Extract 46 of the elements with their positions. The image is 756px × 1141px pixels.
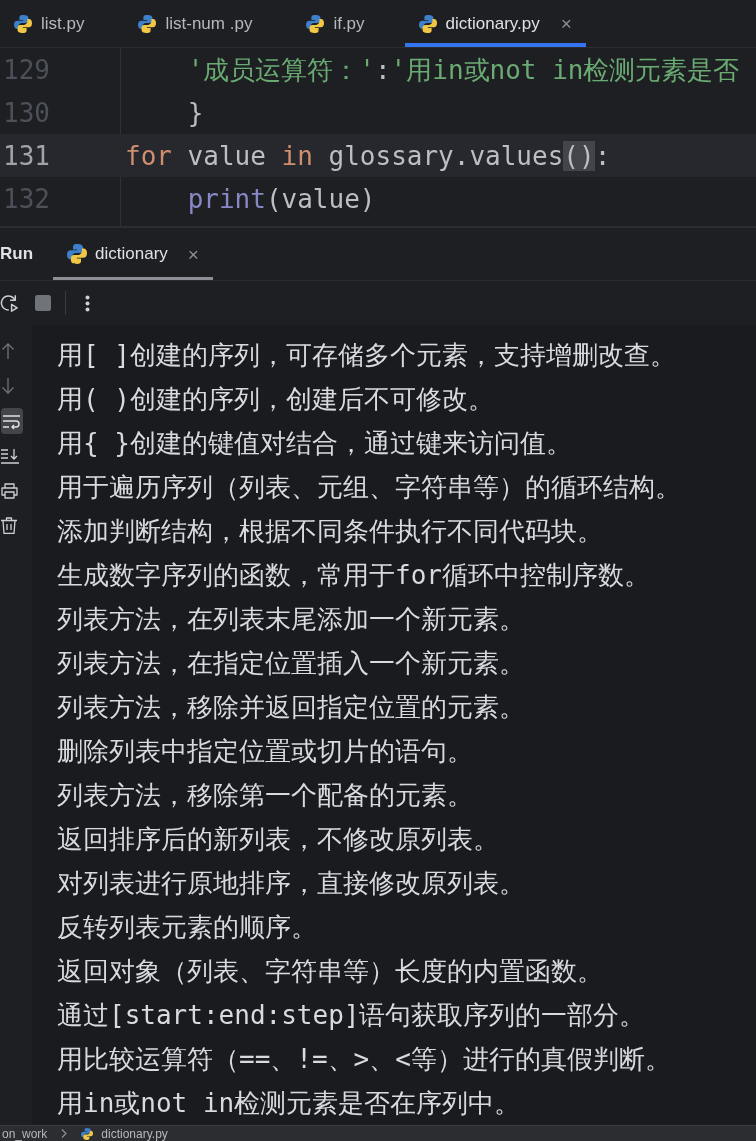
scroll-to-end-icon[interactable] [1, 447, 19, 464]
tab-close-button[interactable]: × [560, 14, 572, 33]
console-output-line: 用{ }创建的键值对结合，通过键来访问值。 [57, 427, 572, 460]
code-line: for value in glossary.values(): [125, 139, 611, 172]
code-line: } [187, 96, 204, 129]
editor-tab[interactable]: list-num .py [124, 0, 267, 47]
printer-icon[interactable] [1, 482, 18, 499]
console-output-line: 列表方法，在指定位置插入一个新元素。 [57, 647, 525, 680]
code-line: '成员运算符：':'用in或not in检测元素是否 [187, 53, 740, 86]
console-output-line: 返回对象（列表、字符串等）长度的内置函数。 [57, 955, 603, 988]
rerun-icon[interactable] [0, 294, 18, 312]
console-output-line: 添加判断结构，根据不同条件执行不同代码块。 [57, 515, 603, 548]
python-file-icon [67, 244, 88, 264]
console-output-line: 反转列表元素的顺序。 [57, 911, 317, 944]
soft-wrap-icon[interactable] [1, 407, 23, 434]
tab-close-button[interactable]: × [187, 244, 199, 264]
console-output-line: 对列表进行原地排序，直接修改原列表。 [57, 867, 525, 900]
console-output-line: 用于遍历序列（列表、元组、字符串等）的循环结构。 [57, 471, 681, 504]
breadcrumb-item[interactable]: on_work [2, 1126, 48, 1141]
console-output-line: 返回排序后的新列表，不修改原列表。 [57, 823, 499, 856]
python-file-icon [14, 14, 32, 33]
python-file-icon [418, 14, 437, 33]
up-arrow-icon[interactable] [1, 342, 15, 359]
editor-tab[interactable]: if.py [292, 0, 379, 47]
console-output-line: 通过[start:end:step]语句获取序列的一部分。 [57, 999, 646, 1032]
console-output-line: 用比较运算符（==、!=、>、<等）进行的真假判断。 [57, 1043, 671, 1076]
panel-title: Run [0, 244, 34, 264]
console-output-line: 删除列表中指定位置或切片的语句。 [57, 735, 473, 768]
python-file-icon [81, 1127, 94, 1140]
editor-tab[interactable]: list.py [0, 0, 99, 47]
python-file-icon [306, 14, 325, 33]
breadcrumb-item[interactable]: dictionary.py [101, 1126, 168, 1141]
console-output-line: 列表方法，移除第一个配备的元素。 [57, 779, 473, 812]
console-output-line: 用[ ]创建的序列，可存储多个元素，支持增删改查。 [57, 339, 676, 372]
more-options-icon[interactable] [85, 294, 90, 312]
code-line: print(value) [187, 182, 376, 215]
line-number: 131 [2, 139, 50, 172]
chevron-icon [61, 1129, 68, 1138]
console-output-line: 列表方法，移除并返回指定位置的元素。 [57, 691, 525, 724]
down-arrow-icon[interactable] [1, 377, 15, 394]
console-output-line: 用in或not in检测元素是否在序列中。 [57, 1087, 521, 1120]
trash-icon[interactable] [1, 517, 17, 534]
console-output-line: 列表方法，在列表末尾添加一个新元素。 [57, 603, 525, 636]
console-output-line: 用( )创建的序列，创建后不可修改。 [57, 383, 494, 416]
python-file-icon [138, 14, 157, 33]
console-output-line: 生成数字序列的函数，常用于for循环中控制序数。 [57, 559, 650, 592]
